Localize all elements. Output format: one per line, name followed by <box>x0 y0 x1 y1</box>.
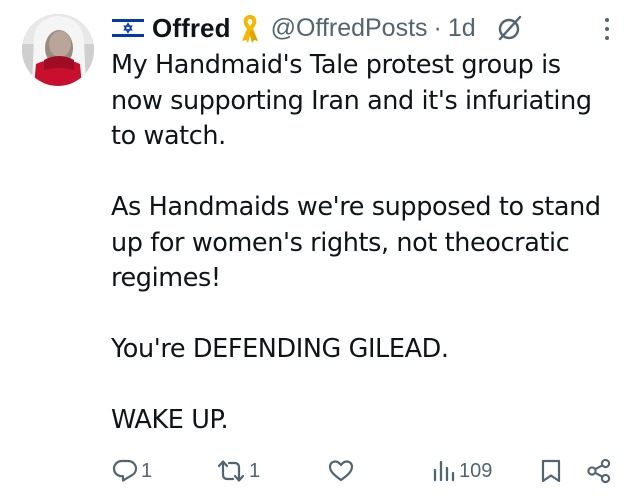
tweet-paragraph: My Handmaid's Tale protest group is now … <box>111 50 592 151</box>
bookmark-button[interactable] <box>540 456 562 486</box>
tweet-paragraph: You're DEFENDING GILEAD. <box>111 334 449 364</box>
retweet-count: 1 <box>249 459 261 482</box>
action-bar: 1 1 109 <box>0 456 640 486</box>
grok-icon[interactable] <box>496 14 524 42</box>
yellow-ribbon-icon <box>241 15 258 43</box>
bookmark-icon <box>541 459 561 483</box>
tweet-header: Offred @OffredPosts · 1d <box>112 10 632 46</box>
israel-flag-icon <box>112 17 144 39</box>
views-button[interactable]: 109 <box>432 456 492 486</box>
reply-icon <box>112 459 138 482</box>
avatar-image <box>22 14 94 86</box>
analytics-icon <box>433 460 455 482</box>
retweet-button[interactable]: 1 <box>216 456 260 486</box>
heart-icon <box>328 460 354 482</box>
display-name[interactable]: Offred <box>152 13 231 44</box>
view-count: 109 <box>459 459 493 482</box>
reply-button[interactable]: 1 <box>112 456 152 486</box>
timestamp[interactable]: 1d <box>448 14 476 43</box>
reply-count: 1 <box>141 459 153 482</box>
tweet[interactable]: Offred @OffredPosts · 1d My Handmaid's T… <box>0 0 640 498</box>
tweet-paragraph: As Handmaids we're supposed to stand up … <box>111 192 601 293</box>
like-button[interactable] <box>328 456 357 486</box>
separator-dot: · <box>433 13 442 42</box>
more-options-icon[interactable] <box>600 14 614 44</box>
share-icon <box>587 458 611 484</box>
author-handle[interactable]: @OffredPosts <box>271 14 428 43</box>
avatar[interactable] <box>22 14 94 86</box>
retweet-icon <box>217 460 245 482</box>
tweet-paragraph: WAKE UP. <box>111 405 229 435</box>
share-button[interactable] <box>586 456 612 486</box>
tweet-text: My Handmaid's Tale protest group is now … <box>111 48 616 439</box>
